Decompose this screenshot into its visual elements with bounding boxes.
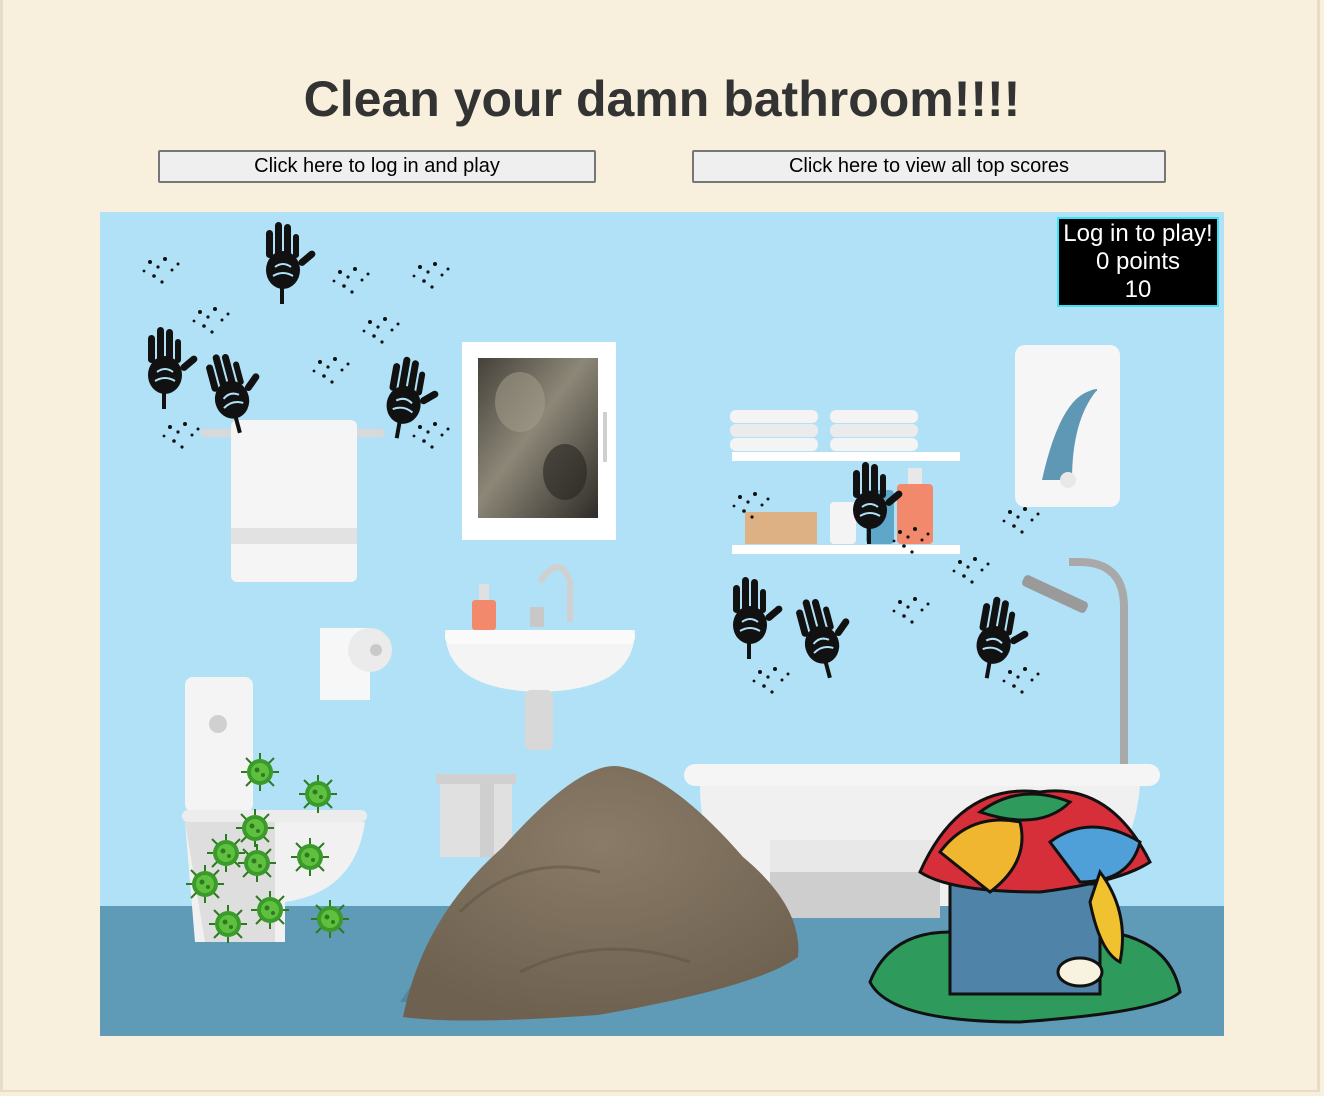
game-area[interactable]: Log in to play! 0 points 10: [100, 212, 1224, 1036]
score-panel: Log in to play! 0 points 10: [1057, 217, 1219, 307]
mirror-cabinet: [462, 342, 616, 540]
shower: [1022, 558, 1128, 772]
page-title: Clean your damn bathroom!!!!: [303, 71, 1021, 127]
sink: [445, 564, 635, 750]
toilet-paper: [320, 628, 392, 700]
trash-can: [436, 774, 516, 857]
bathroom-scene: [100, 221, 1224, 1036]
tub-grime[interactable]: [770, 872, 940, 918]
login-play-button[interactable]: Click here to log in and play: [158, 150, 596, 183]
points-counter: 0 points: [1095, 248, 1181, 275]
shelf: [730, 410, 960, 554]
login-status-text: Log in to play!: [1063, 220, 1213, 247]
view-top-scores-button[interactable]: Click here to view all top scores: [692, 150, 1166, 183]
timer-counter: 10: [1124, 276, 1152, 303]
towel-rack: [200, 420, 385, 582]
water-heater: [1015, 345, 1120, 507]
